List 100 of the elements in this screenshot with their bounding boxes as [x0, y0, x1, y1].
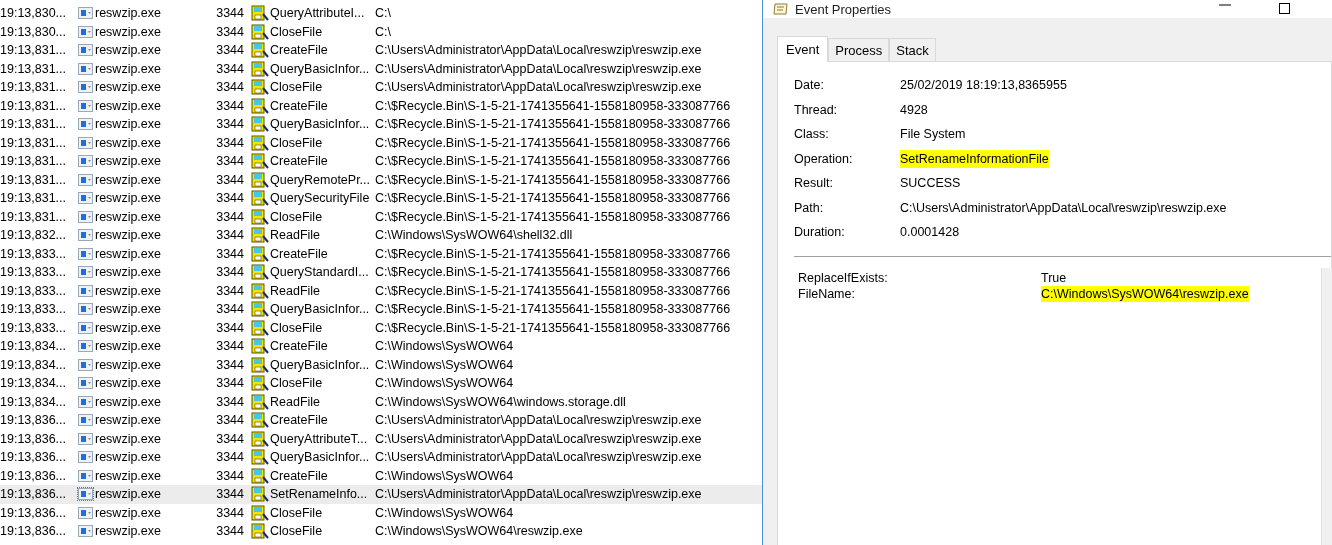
path-cell: C:\Windows\SysWOW64\windows.storage.dll — [375, 394, 626, 409]
path-cell: C:\$Recycle.Bin\S-1-5-21-1741355641-1558180958-333087766 — [375, 191, 731, 206]
event-row[interactable]: 19:13,834... reswzip.exe 3344 QueryBasicInfor... C:\Windows\SysWOW64 — [0, 355, 762, 374]
path-cell: C:\$Recycle.Bin\S-1-5-21-1741355641-1558180958-333087766 — [375, 283, 731, 298]
operation-cell-text: SetRenameInfo... — [270, 487, 369, 502]
pid-cell-text: 3344 — [215, 468, 244, 483]
detail-label: ReplaceIfExists: — [798, 269, 889, 286]
event-row[interactable]: 19:13,833... reswzip.exe 3344 QueryStandardI... C:\$Recycle.Bin\S-1-5-21-1741355641-1558180958-333087766 — [0, 263, 762, 282]
event-row[interactable]: 19:13,836... reswzip.exe 3344 QueryBasicInfor... C:\Users\Administrator\AppData\Local\reswzip\reswzip.exe — [0, 448, 762, 467]
path-cell: C:\Windows\SysWOW64\shell32.dll — [375, 228, 573, 243]
field-value: 25/02/2019 18:19:13,8365955 — [900, 77, 1067, 94]
event-row[interactable]: 19:13,833... reswzip.exe 3344 CreateFile C:\$Recycle.Bin\S-1-5-21-1741355641-1558180958-333087766 — [0, 244, 762, 263]
field-value: SUCCESS — [900, 175, 961, 192]
event-row[interactable]: 19:13,831... reswzip.exe 3344 CloseFile C:\$Recycle.Bin\S-1-5-21-1741355641-1558180958-333087766 — [0, 207, 762, 226]
time-cell-text: 19:13,831... — [0, 98, 68, 113]
process-icon — [78, 321, 93, 334]
process-icon — [78, 136, 93, 149]
event-row[interactable]: 19:13,832... reswzip.exe 3344 ReadFile C:\Windows\SysWOW64\shell32.dll — [0, 226, 762, 245]
field-label: Class: — [794, 126, 830, 143]
event-row[interactable]: 19:13,831... reswzip.exe 3344 CreateFile C:\$Recycle.Bin\S-1-5-21-1741355641-1558180958-333087766 — [0, 152, 762, 171]
tab[interactable]: Process — [828, 38, 890, 61]
operation-cell-text: CloseFile — [270, 505, 324, 520]
file-system-icon — [251, 467, 269, 484]
process-icon — [78, 44, 93, 57]
event-row[interactable]: 19:13,831... reswzip.exe 3344 CloseFile C:\$Recycle.Bin\S-1-5-21-1741355641-1558180958-333087766 — [0, 133, 762, 152]
event-row[interactable]: 19:13,831... reswzip.exe 3344 CloseFile C:\Users\Administrator\AppData\Local\reswzip\reswzip.exe — [0, 78, 762, 97]
pid-cell-text: 3344 — [215, 98, 244, 113]
event-row[interactable]: 19:13,836... reswzip.exe 3344 SetRenameInfo... C:\Users\Administrator\AppData\Local\reswzip\reswzip.exe — [0, 485, 762, 504]
pid-cell-text: 3344 — [215, 339, 244, 354]
process-icon — [78, 340, 93, 353]
time-cell-text: 19:13,831... — [0, 154, 68, 169]
event-row[interactable]: 19:13,833... reswzip.exe 3344 QueryBasicInfor... C:\$Recycle.Bin\S-1-5-21-1741355641-1558180958-333087766 — [0, 300, 762, 319]
event-row[interactable]: 19:13,831... reswzip.exe 3344 QueryRemotePr... C:\$Recycle.Bin\S-1-5-21-1741355641-1558180958-333087766 — [0, 170, 762, 189]
event-row[interactable]: 19:13,831... reswzip.exe 3344 QueryBasicInfor... C:\$Recycle.Bin\S-1-5-21-1741355641-1558180958-333087766 — [0, 115, 762, 134]
time-cell-text: 19:13,834... — [0, 357, 68, 372]
event-row[interactable]: 19:13,831... reswzip.exe 3344 CreateFile C:\Users\Administrator\AppData\Local\reswzip\reswzip.exe — [0, 41, 762, 60]
operation-cell-text: QueryBasicInfor... — [270, 357, 371, 372]
operation-cell-text: CreateFile — [270, 98, 329, 113]
pid-cell-text: 3344 — [215, 135, 244, 150]
time-cell-text: 19:13,831... — [0, 43, 68, 58]
event-row[interactable]: 19:13,834... reswzip.exe 3344 CreateFile C:\Windows\SysWOW64 — [0, 337, 762, 356]
file-system-icon — [251, 449, 269, 466]
path-cell: C:\Windows\SysWOW64\reswzip.exe — [375, 524, 583, 539]
process-name-cell-text: reswzip.exe — [95, 283, 162, 298]
event-row[interactable]: 19:13,830... reswzip.exe 3344 QueryAttributeI... C:\ — [0, 4, 762, 23]
operation-cell-text: CreateFile — [270, 413, 329, 428]
event-row[interactable]: 19:13,834... reswzip.exe 3344 CloseFile C:\Windows\SysWOW64 — [0, 374, 762, 393]
pid-cell-text: 3344 — [215, 357, 244, 372]
process-name-cell-text: reswzip.exe — [95, 450, 162, 465]
process-name-cell-text: reswzip.exe — [95, 505, 162, 520]
time-cell-text: 19:13,831... — [0, 61, 68, 76]
time-cell-text: 19:13,831... — [0, 117, 68, 132]
maximize-icon[interactable] — [1278, 2, 1292, 16]
pid-cell-text: 3344 — [215, 43, 244, 58]
process-icon — [78, 414, 93, 427]
file-system-icon — [251, 5, 269, 22]
tab[interactable]: Event — [777, 36, 829, 62]
process-icon — [78, 266, 93, 279]
field-value: File System — [900, 126, 966, 143]
process-icon — [78, 377, 93, 390]
time-cell-text: 19:13,833... — [0, 283, 68, 298]
process-name-cell-text: reswzip.exe — [95, 228, 162, 243]
process-icon — [78, 451, 93, 464]
event-row[interactable]: 19:13,834... reswzip.exe 3344 ReadFile C:\Windows\SysWOW64\windows.storage.dll — [0, 392, 762, 411]
operation-cell-text: QueryBasicInfor... — [270, 302, 371, 317]
event-row[interactable]: 19:13,831... reswzip.exe 3344 CreateFile C:\$Recycle.Bin\S-1-5-21-1741355641-1558180958-333087766 — [0, 96, 762, 115]
process-icon — [78, 99, 93, 112]
event-row[interactable]: 19:13,831... reswzip.exe 3344 QueryBasicInfor... C:\Users\Administrator\AppData\Local\reswzip\reswzip.exe — [0, 59, 762, 78]
process-icon — [78, 303, 93, 316]
event-row[interactable]: 19:13,833... reswzip.exe 3344 CloseFile C:\$Recycle.Bin\S-1-5-21-1741355641-1558180958-333087766 — [0, 318, 762, 337]
file-system-icon — [251, 245, 269, 262]
operation-cell-text: CreateFile — [270, 339, 329, 354]
path-cell: C:\Users\Administrator\AppData\Local\reswzip\reswzip.exe — [375, 487, 702, 502]
event-row[interactable]: 19:13,831... reswzip.exe 3344 QuerySecurityFile C:\$Recycle.Bin\S-1-5-21-1741355641-1558180958-333087766 — [0, 189, 762, 208]
path-cell: C:\$Recycle.Bin\S-1-5-21-1741355641-1558180958-333087766 — [375, 246, 731, 261]
event-row[interactable]: 19:13,836... reswzip.exe 3344 QueryAttributeT... C:\Users\Administrator\AppData\Local\reswzip\reswzip.exe — [0, 429, 762, 448]
process-name-cell-text: reswzip.exe — [95, 468, 162, 483]
pid-cell-text: 3344 — [215, 487, 244, 502]
event-row[interactable]: 19:13,830... reswzip.exe 3344 CloseFile C:\ — [0, 22, 762, 41]
operation-cell-text: CloseFile — [270, 24, 324, 39]
scrollbar[interactable] — [1321, 268, 1332, 545]
pid-cell-text: 3344 — [215, 265, 244, 280]
operation-cell-text: QueryAttributeT... — [270, 431, 369, 446]
process-icon — [78, 525, 93, 538]
pid-cell-text: 3344 — [215, 320, 244, 335]
event-row[interactable]: 19:13,833... reswzip.exe 3344 ReadFile C:\$Recycle.Bin\S-1-5-21-1741355641-1558180958-333087766 — [0, 281, 762, 300]
event-row[interactable]: 19:13,836... reswzip.exe 3344 CreateFile C:\Windows\SysWOW64 — [0, 466, 762, 485]
time-cell-text: 19:13,831... — [0, 191, 68, 206]
event-row[interactable]: 19:13,836... reswzip.exe 3344 CreateFile C:\Users\Administrator\AppData\Local\reswzip\reswzip.exe — [0, 411, 762, 430]
pid-cell-text: 3344 — [215, 117, 244, 132]
path-cell: C:\$Recycle.Bin\S-1-5-21-1741355641-1558180958-333087766 — [375, 302, 731, 317]
process-name-cell-text: reswzip.exe — [95, 376, 162, 391]
time-cell-text: 19:13,836... — [0, 468, 68, 483]
time-cell-text: 19:13,836... — [0, 450, 68, 465]
process-icon — [78, 506, 93, 519]
event-row[interactable]: 19:13,836... reswzip.exe 3344 CloseFile C:\Windows\SysWOW64\reswzip.exe — [0, 522, 762, 541]
path-cell: C:\$Recycle.Bin\S-1-5-21-1741355641-1558180958-333087766 — [375, 98, 731, 113]
pid-cell-text: 3344 — [215, 6, 244, 21]
tab[interactable]: Stack — [889, 38, 936, 61]
event-row[interactable]: 19:13,836... reswzip.exe 3344 CloseFile C:\Windows\SysWOW64 — [0, 503, 762, 522]
